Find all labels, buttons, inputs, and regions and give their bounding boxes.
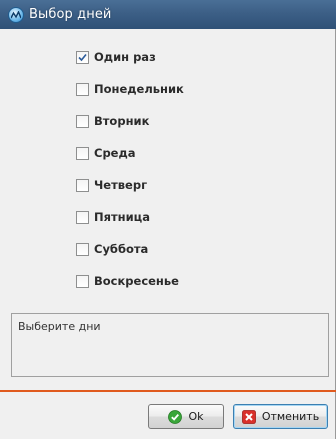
day-option-wednesday[interactable]: Среда [76,144,276,162]
day-option-thursday[interactable]: Четверг [76,176,276,194]
day-option-once[interactable]: Один раз [76,48,276,66]
hint-text: Выберите дни [18,320,101,333]
ok-button[interactable]: Ok [148,404,224,429]
hint-panel: Выберите дни [11,313,329,377]
checkbox-saturday[interactable] [76,242,89,256]
day-option-sunday[interactable]: Воскресенье [76,272,276,290]
day-label: Пятница [94,210,150,224]
close-square-icon [241,409,256,424]
day-label: Один раз [94,50,156,64]
accent-divider [0,390,336,392]
day-selection-dialog: Выбор дней Один раз Понедельник Вторник … [0,0,336,439]
day-label: Суббота [94,242,149,256]
ok-button-label: Ok [188,410,204,423]
day-label: Вторник [94,114,150,128]
cancel-button-label: Отменить [261,410,320,423]
window-title: Выбор дней [29,7,112,22]
day-option-monday[interactable]: Понедельник [76,80,276,98]
day-option-friday[interactable]: Пятница [76,208,276,226]
checkbox-monday[interactable] [76,82,89,96]
day-label: Четверг [94,178,148,192]
day-label: Понедельник [94,82,184,96]
day-label: Воскресенье [94,274,179,288]
checkbox-tuesday[interactable] [76,114,89,128]
day-option-saturday[interactable]: Суббота [76,240,276,258]
checkbox-wednesday[interactable] [76,146,89,160]
check-circle-icon [168,409,183,424]
checkbox-sunday[interactable] [76,274,89,288]
cancel-button[interactable]: Отменить [233,404,328,429]
checkbox-friday[interactable] [76,210,89,224]
title-bar[interactable]: Выбор дней [0,0,336,29]
day-option-tuesday[interactable]: Вторник [76,112,276,130]
app-icon [8,6,24,23]
checkmark-icon [78,53,87,61]
checkbox-thursday[interactable] [76,178,89,192]
day-label: Среда [94,146,136,160]
checkbox-once[interactable] [76,50,89,64]
